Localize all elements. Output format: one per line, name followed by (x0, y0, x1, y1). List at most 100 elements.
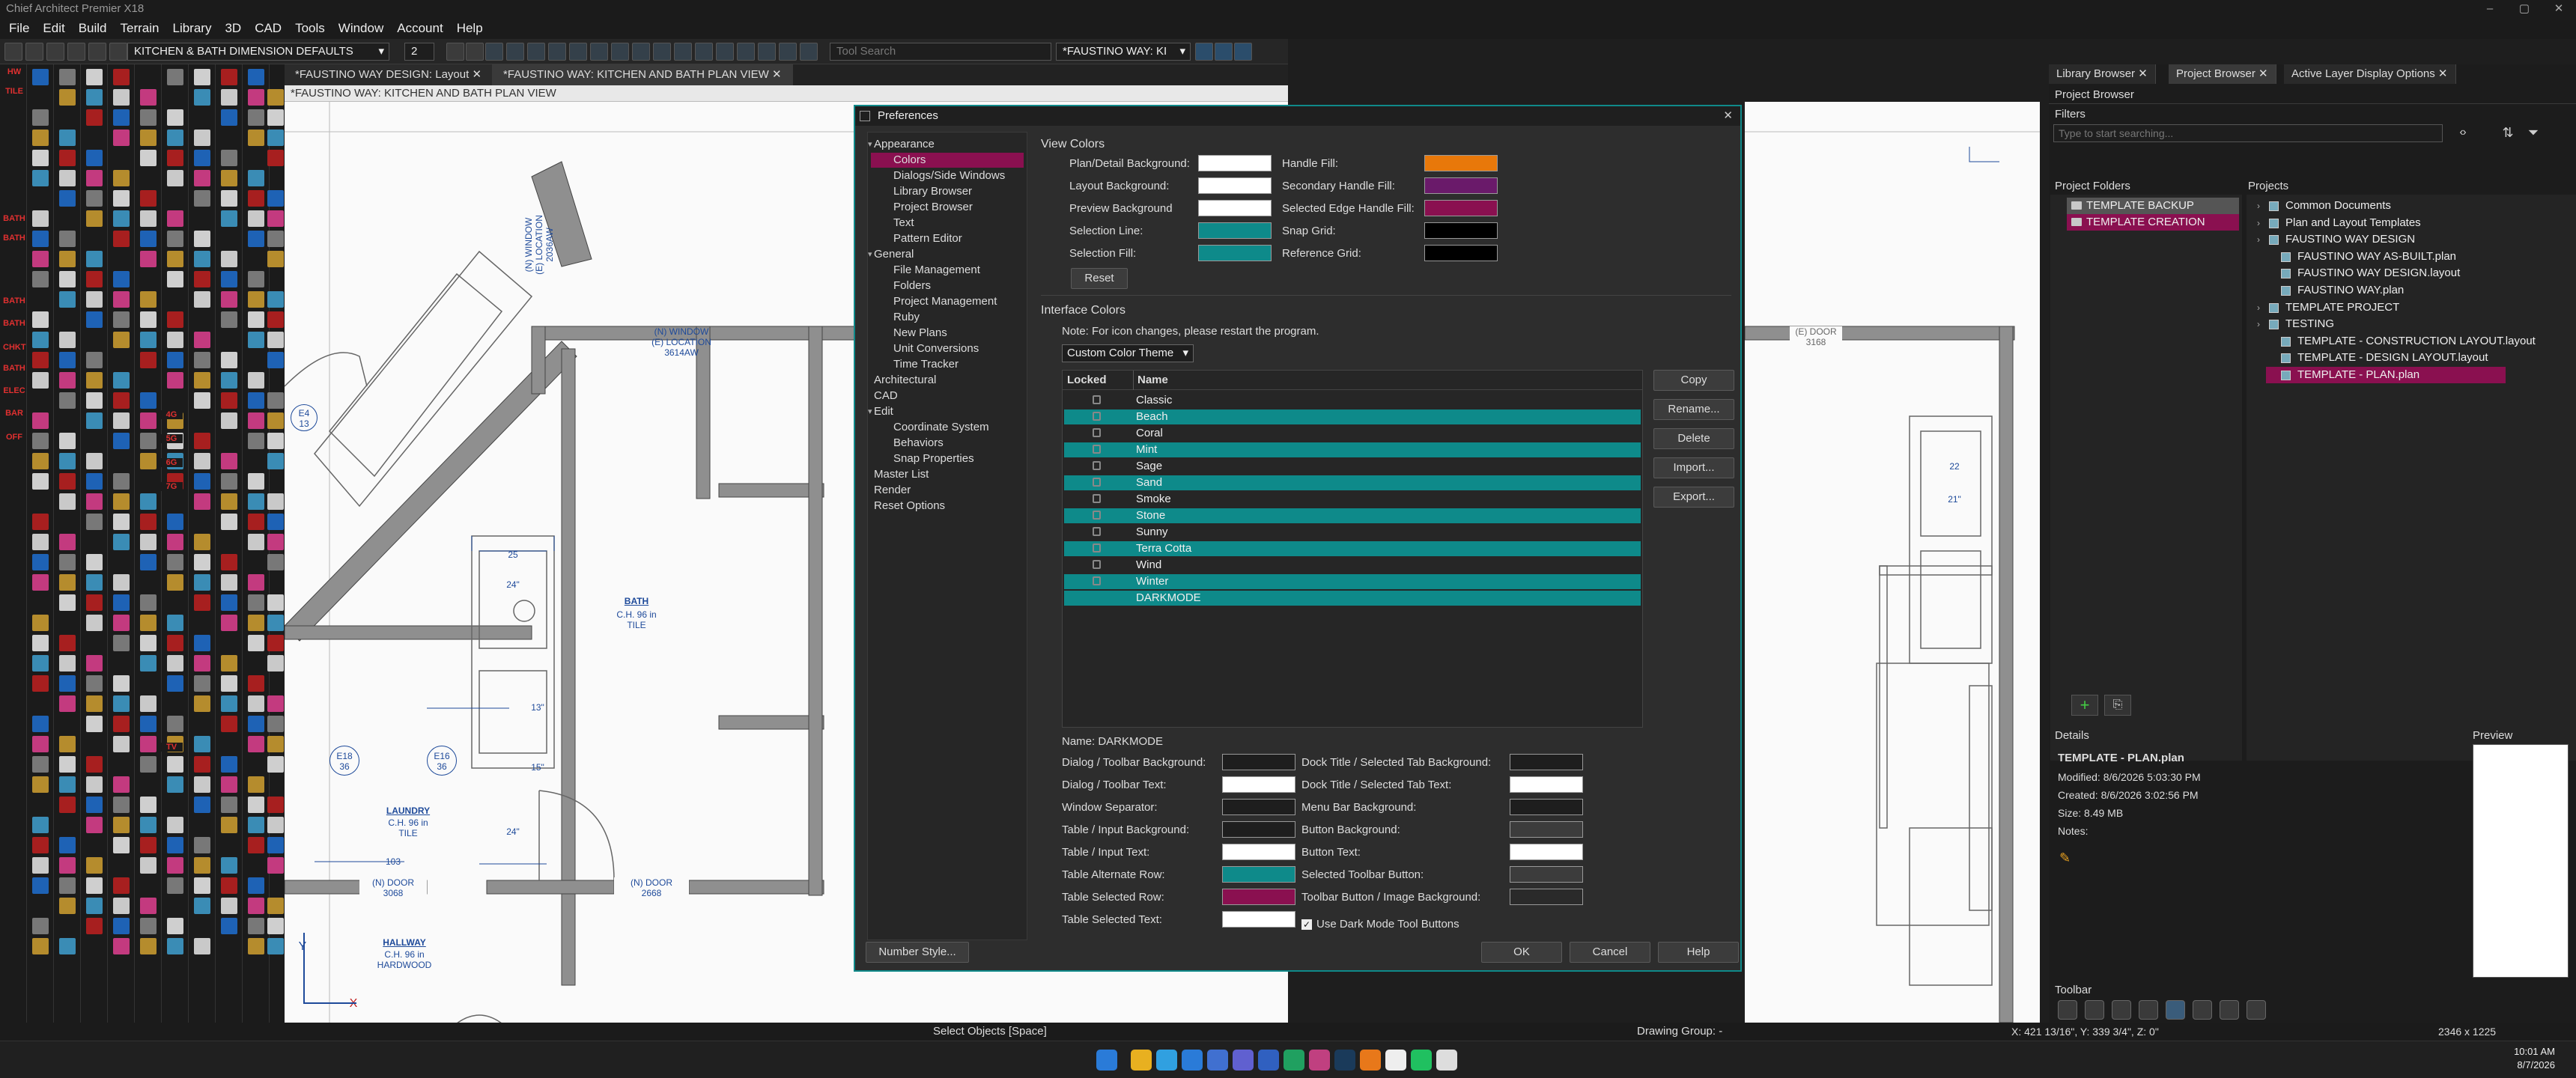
tool-icon[interactable] (32, 534, 49, 550)
tool-icon[interactable] (194, 554, 210, 570)
nav-item-edit[interactable]: ▾ Edit (868, 404, 893, 419)
tool-icon[interactable] (194, 130, 210, 146)
tool-icon[interactable] (221, 655, 237, 672)
tool-icon[interactable] (59, 594, 76, 611)
tool-icon[interactable] (140, 412, 157, 429)
tool-icon[interactable] (221, 493, 237, 510)
toolbar-view-icon[interactable] (1234, 43, 1252, 61)
tool-icon[interactable] (140, 130, 157, 146)
toolbar-button-icon[interactable] (46, 43, 64, 61)
view-color-right-swatch[interactable] (1424, 222, 1498, 239)
tool-icon[interactable] (86, 190, 103, 207)
tool-icon[interactable] (194, 776, 210, 793)
tool-icon[interactable] (267, 291, 284, 308)
tool-icon[interactable] (221, 756, 237, 773)
tool-icon[interactable] (221, 615, 237, 631)
tool-icon[interactable] (113, 89, 130, 106)
tool-icon[interactable] (267, 392, 284, 409)
tool-icon[interactable] (267, 433, 284, 449)
nav-item-reset-options[interactable]: Reset Options (868, 499, 945, 514)
tool-icon[interactable] (267, 635, 284, 651)
theme-copy-button[interactable]: Copy (1653, 370, 1734, 391)
tool-icon[interactable] (267, 231, 284, 247)
tool-icon[interactable] (267, 837, 284, 853)
tool-icon[interactable] (32, 372, 49, 389)
tool-icon[interactable] (194, 938, 210, 954)
tool-icon[interactable] (167, 109, 183, 126)
tool-icon[interactable] (86, 797, 103, 813)
tool-icon[interactable] (59, 655, 76, 672)
tool-icon[interactable] (194, 69, 210, 85)
tool-icon[interactable] (194, 291, 210, 308)
plan-canvas-right[interactable]: (E) DOOR 3168 22 21" (1745, 102, 2040, 1023)
tool-icon[interactable] (167, 716, 183, 732)
tool-icon[interactable] (5, 554, 22, 570)
ok-button[interactable]: OK (1481, 942, 1562, 963)
menu-build[interactable]: Build (79, 18, 107, 39)
tool-icon[interactable] (5, 514, 22, 530)
tool-icon[interactable] (113, 594, 130, 611)
tool-icon[interactable] (32, 332, 49, 348)
tool-icon[interactable] (59, 190, 76, 207)
tool-icon[interactable] (113, 635, 130, 651)
panel-tool-icon[interactable] (2139, 1000, 2158, 1020)
theme-row-sage[interactable]: Sage (1064, 459, 1641, 474)
tool-icon[interactable] (140, 109, 157, 126)
toolbar-button-icon[interactable] (758, 43, 776, 61)
toolbar-button-icon[interactable] (632, 43, 650, 61)
dialog-close-icon[interactable]: ✕ (1723, 106, 1733, 126)
toolbar-button-icon[interactable] (611, 43, 629, 61)
tool-icon[interactable] (5, 837, 22, 853)
tool-icon[interactable] (140, 756, 157, 773)
close-icon[interactable]: ✕ (2542, 0, 2576, 18)
tool-icon[interactable] (32, 756, 49, 773)
expand-icon[interactable]: › (2257, 316, 2260, 332)
tool-icon[interactable] (167, 69, 183, 85)
tool-icon[interactable] (59, 574, 76, 591)
tool-icon[interactable] (32, 877, 49, 894)
tool-icon[interactable] (32, 635, 49, 651)
tool-icon[interactable] (32, 433, 49, 449)
paste-icon[interactable]: ⎘ (2104, 695, 2131, 716)
tool-icon[interactable] (113, 130, 130, 146)
tool-icon[interactable] (86, 352, 103, 368)
tool-icon[interactable] (140, 89, 157, 106)
view-dropdown[interactable]: *FAUSTINO WAY: KI ▾ (1056, 43, 1191, 61)
tool-icon[interactable] (167, 574, 183, 591)
tool-icon[interactable] (32, 837, 49, 853)
tool-icon[interactable] (5, 918, 22, 934)
tool-icon[interactable] (86, 675, 103, 692)
tool-icon[interactable] (221, 675, 237, 692)
tool-icon[interactable] (86, 453, 103, 469)
nav-item-dialogs-side-windows[interactable]: Dialogs/Side Windows (868, 168, 1005, 183)
tool-icon[interactable] (267, 493, 284, 510)
tool-icon[interactable] (86, 877, 103, 894)
toolbar-button-icon[interactable] (88, 43, 106, 61)
tool-icon[interactable] (5, 898, 22, 914)
taskbar-app-icon[interactable] (1411, 1050, 1432, 1071)
taskbar-app-icon[interactable] (1233, 1050, 1254, 1071)
menu-cad[interactable]: CAD (255, 18, 282, 39)
tool-icon[interactable] (167, 877, 183, 894)
tool-icon[interactable] (167, 170, 183, 186)
expand-icon[interactable]: › (2257, 299, 2260, 316)
tool-icon[interactable] (5, 695, 22, 712)
tool-icon[interactable] (113, 837, 130, 853)
tool-icon[interactable] (32, 716, 49, 732)
tool-icon[interactable] (221, 918, 237, 934)
tool-icon[interactable] (221, 372, 237, 389)
tool-icon[interactable] (32, 514, 49, 530)
tool-icon[interactable] (267, 695, 284, 712)
interface-color-swatch[interactable] (1222, 866, 1295, 883)
nav-item-folders[interactable]: Folders (868, 278, 931, 293)
tool-icon[interactable] (5, 534, 22, 550)
theme-row-stone[interactable]: Stone (1064, 508, 1641, 523)
tool-icon[interactable] (140, 453, 157, 469)
tool-icon[interactable] (59, 695, 76, 712)
tool-icon[interactable] (140, 514, 157, 530)
tool-icon[interactable] (140, 190, 157, 207)
tool-icon[interactable] (113, 918, 130, 934)
taskbar-app-icon[interactable] (1131, 1050, 1152, 1071)
tool-icon[interactable] (113, 675, 130, 692)
theme-row-winter[interactable]: Winter (1064, 574, 1641, 589)
